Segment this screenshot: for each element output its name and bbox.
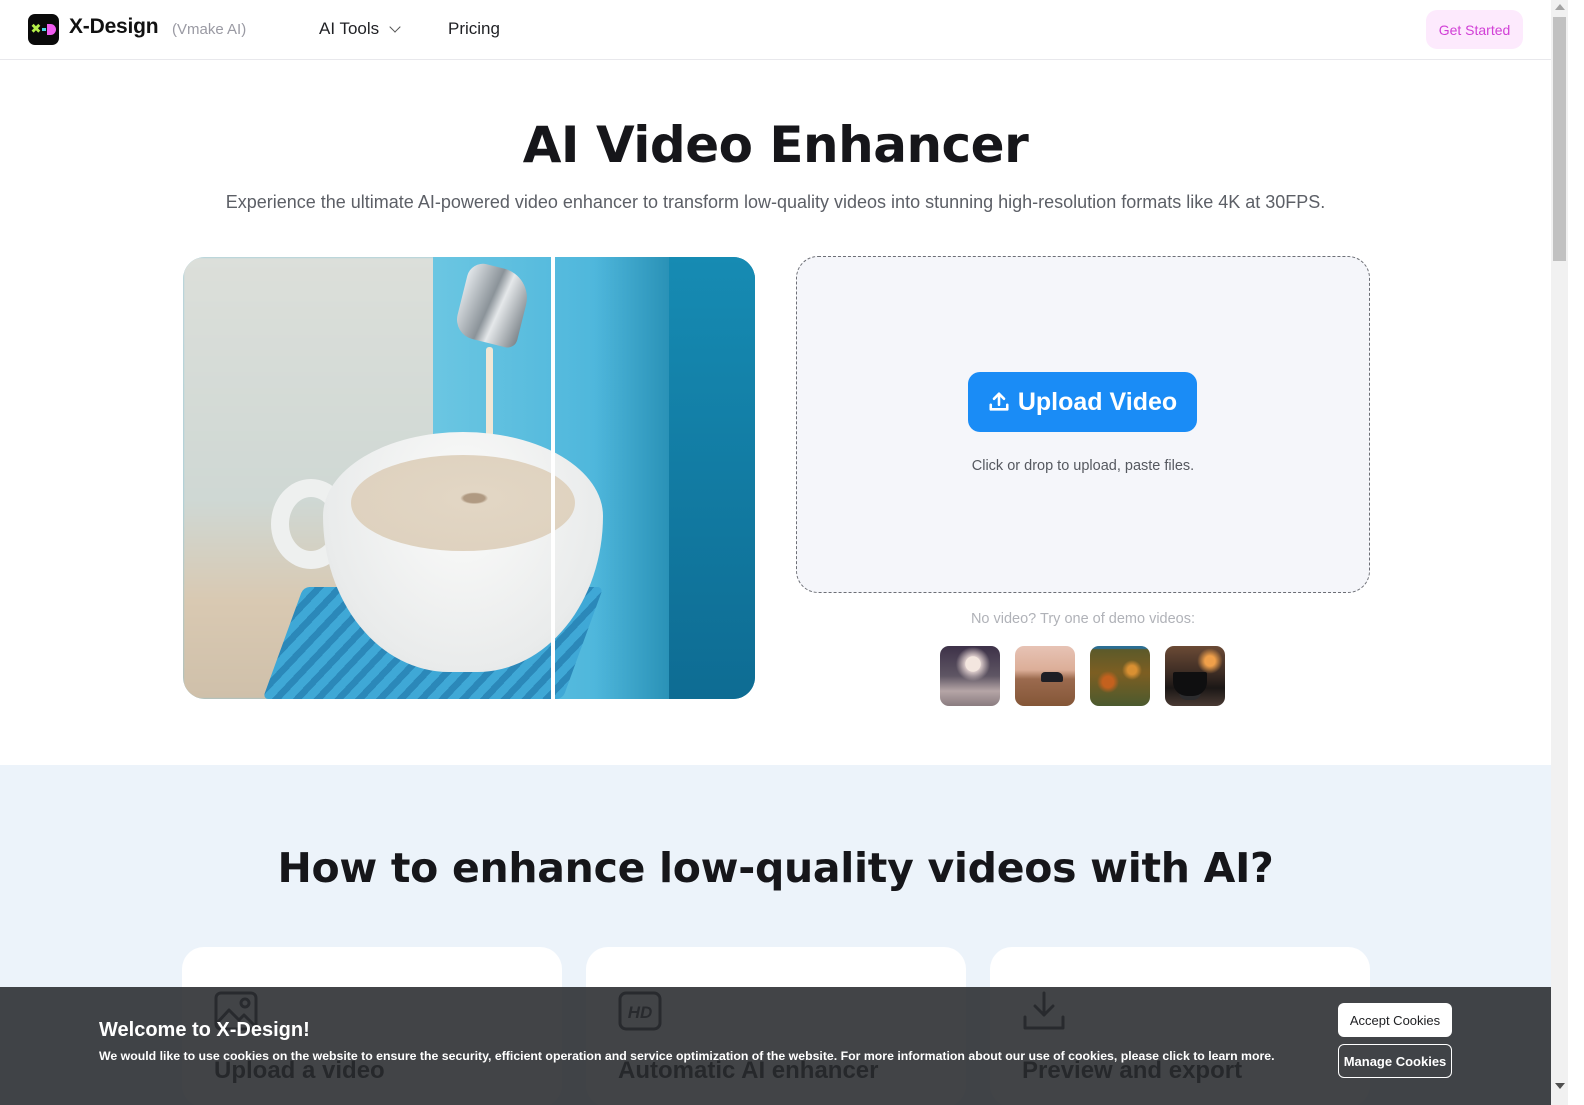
logo-x-glyph: ✖: [30, 22, 42, 37]
scroll-up-arrow-icon[interactable]: [1555, 4, 1565, 10]
comparison-slider-handle[interactable]: [551, 257, 555, 699]
nav-ai-tools[interactable]: AI Tools: [319, 19, 401, 39]
scroll-down-arrow-icon[interactable]: [1555, 1083, 1565, 1089]
manage-cookies-button[interactable]: Manage Cookies: [1338, 1044, 1452, 1078]
logo-d-glyph: [47, 24, 57, 35]
site-header: ✖ X-Design (Vmake AI) AI Tools Pricing G…: [0, 0, 1551, 60]
how-to-title: How to enhance low-quality videos with A…: [277, 844, 1274, 892]
demo-videos-list: [940, 646, 1225, 706]
brand-subtitle: (Vmake AI): [172, 21, 247, 38]
logo-dash: [42, 28, 47, 31]
chevron-down-icon: [389, 20, 401, 33]
upload-video-button[interactable]: Upload Video: [968, 372, 1197, 432]
accept-cookies-button[interactable]: Accept Cookies: [1338, 1003, 1452, 1037]
preview-milk-stream: [486, 347, 493, 447]
cookie-title: Welcome to X-Design!: [99, 1019, 310, 1041]
cookie-banner: Welcome to X-Design! We would like to us…: [0, 987, 1551, 1105]
preview-coffee: [351, 455, 575, 551]
demo-video-thumbnail-forest[interactable]: [1090, 646, 1150, 706]
preview-machine-side: [669, 257, 755, 699]
demo-videos-label: No video? Try one of demo videos:: [970, 611, 1196, 627]
demo-video-thumbnail-coffee[interactable]: [1165, 646, 1225, 706]
get-started-button[interactable]: Get Started: [1426, 10, 1523, 49]
page-scrollbar[interactable]: [1551, 0, 1568, 1105]
page-title: AI Video Enhancer: [522, 116, 1029, 174]
upload-icon: [989, 392, 1009, 411]
nav-pricing[interactable]: Pricing: [448, 19, 500, 39]
logo-icon[interactable]: ✖: [28, 14, 59, 45]
brand-name[interactable]: X-Design: [69, 15, 159, 39]
nav-ai-tools-label: AI Tools: [319, 19, 380, 38]
cookie-text[interactable]: We would like to use cookies on the webs…: [99, 1049, 1275, 1063]
demo-video-thumbnail-car[interactable]: [1015, 646, 1075, 706]
scrollbar-thumb[interactable]: [1553, 17, 1566, 261]
demo-video-thumbnail-portrait[interactable]: [940, 646, 1000, 706]
upload-video-label: Upload Video: [1017, 387, 1178, 416]
upload-hint: Click or drop to upload, paste files.: [971, 458, 1195, 474]
page-subtitle: Experience the ultimate AI-powered video…: [225, 192, 1326, 212]
before-after-preview[interactable]: [183, 257, 755, 699]
